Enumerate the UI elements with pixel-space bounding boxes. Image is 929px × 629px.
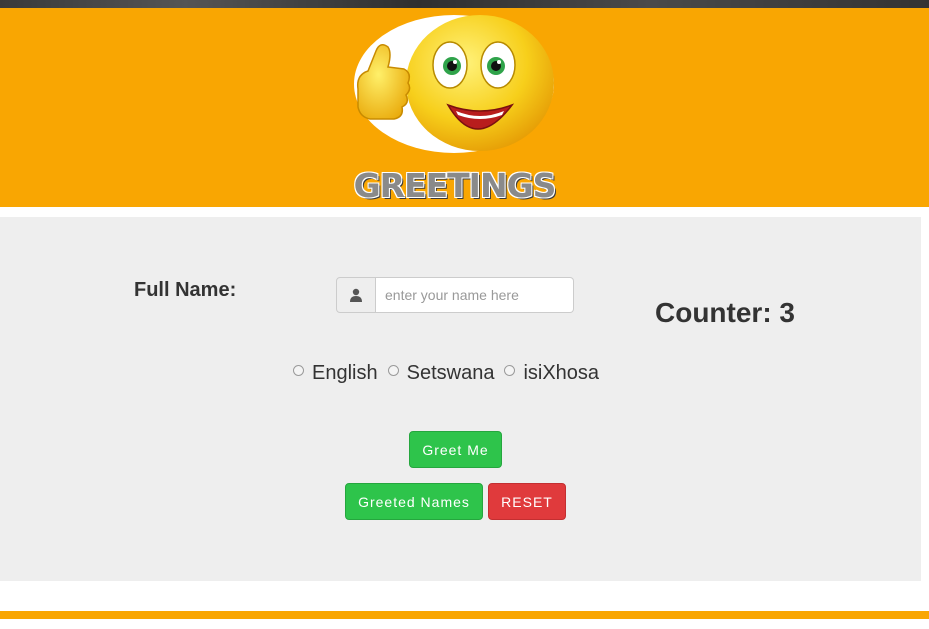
greeted-names-button[interactable]: Greeted Names — [345, 483, 483, 520]
language-option-setswana[interactable]: Setswana — [387, 362, 495, 385]
language-radio-group: English Setswana isiXhosa — [293, 362, 609, 385]
language-option-english[interactable]: English — [293, 362, 378, 385]
radio-button-english[interactable] — [293, 365, 304, 376]
name-input-group — [336, 277, 574, 313]
footer-strip — [0, 611, 929, 619]
radio-button-setswana[interactable] — [387, 365, 399, 376]
top-strip — [0, 0, 929, 8]
greeting-panel: Full Name: Counter: 3 English Setswana i… — [0, 217, 921, 581]
name-input[interactable] — [376, 277, 574, 313]
radio-button-isixhosa[interactable] — [504, 365, 516, 376]
radio-label-isixhosa: isiXhosa — [523, 362, 600, 384]
header-banner: GREETINGS — [0, 8, 929, 207]
thumbs-up-smiley-icon — [354, 15, 554, 153]
radio-label-setswana: Setswana — [406, 362, 495, 384]
fullname-label: Full Name: — [134, 279, 237, 301]
user-icon — [336, 277, 376, 313]
counter-display: Counter: 3 — [655, 297, 795, 328]
page-title: GREETINGS — [353, 166, 557, 205]
reset-button[interactable]: RESET — [488, 483, 566, 520]
radio-label-english: English — [312, 362, 378, 384]
greet-me-button[interactable]: Greet Me — [409, 431, 502, 468]
language-option-isixhosa[interactable]: isiXhosa — [504, 362, 599, 385]
